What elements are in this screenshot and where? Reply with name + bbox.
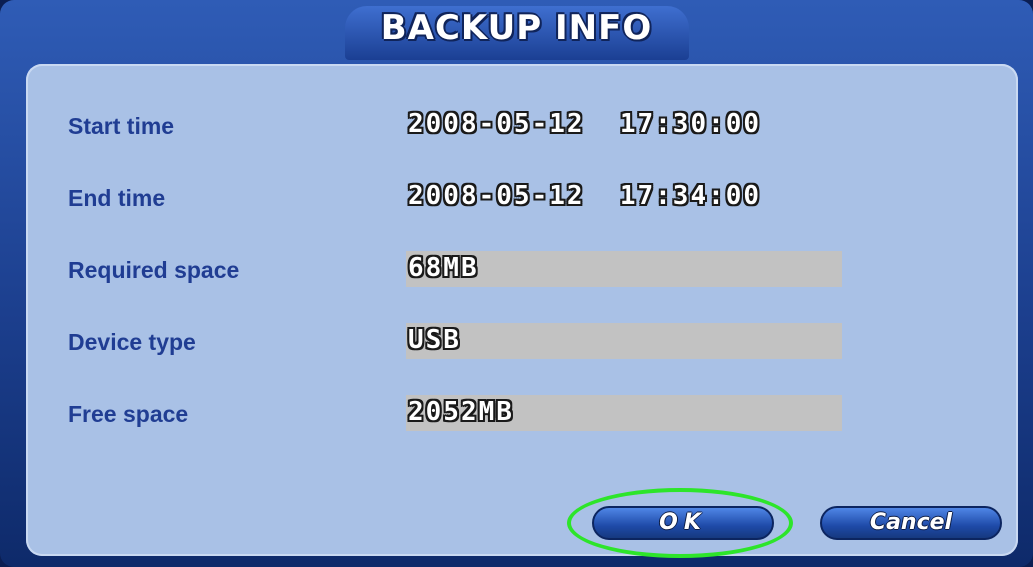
end-time-label: End time	[68, 185, 166, 211]
backup-info-dialog: BACKUP INFO Start time 2008-05-12 17:30:…	[0, 0, 1033, 567]
required-space-label: Required space	[68, 257, 240, 283]
row-device-type: Device type USB	[26, 323, 1018, 363]
start-time-value: 2008-05-12 17:30:00	[408, 109, 762, 139]
device-type-box	[406, 323, 842, 359]
row-free-space: Free space 2052MB	[26, 395, 1018, 435]
row-start-time: Start time 2008-05-12 17:30:00	[26, 107, 1018, 147]
start-time-label: Start time	[68, 113, 175, 139]
free-space-value: 2052MB	[408, 397, 514, 427]
free-space-label: Free space	[68, 401, 189, 427]
info-panel: Start time 2008-05-12 17:30:00 End time …	[26, 64, 1018, 556]
ok-button[interactable]: OK	[592, 506, 774, 540]
row-end-time: End time 2008-05-12 17:34:00	[26, 179, 1018, 219]
cancel-button[interactable]: Cancel	[820, 506, 1002, 540]
end-time-value: 2008-05-12 17:34:00	[408, 181, 762, 211]
device-type-label: Device type	[68, 329, 196, 355]
row-required-space: Required space 68MB	[26, 251, 1018, 291]
dialog-title: BACKUP INFO	[380, 8, 653, 48]
device-type-value: USB	[408, 325, 461, 355]
required-space-value: 68MB	[408, 253, 479, 283]
